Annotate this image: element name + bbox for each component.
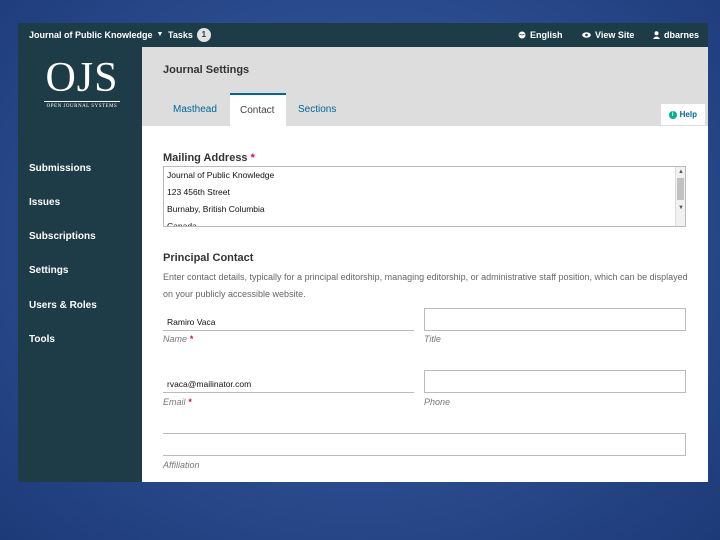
affiliation-label: Affiliation [163, 460, 200, 470]
help-icon: i [668, 110, 677, 119]
name-field[interactable]: Ramiro Vaca [163, 308, 414, 331]
sidebar-item-settings[interactable]: Settings [29, 265, 68, 276]
globe-icon [518, 31, 526, 39]
scroll-up-icon[interactable]: ▲ [676, 167, 685, 177]
journal-name: Journal of Public Knowledge [29, 30, 153, 40]
tab-masthead[interactable]: Masthead [163, 93, 227, 126]
user-menu[interactable]: dbarnes [653, 23, 699, 47]
help-button[interactable]: i Help [659, 103, 706, 125]
title-field[interactable] [424, 308, 686, 331]
required-mark: * [188, 397, 192, 407]
page-header: Journal Settings Masthead Contact Sectio… [142, 47, 708, 126]
mailing-address-textarea[interactable]: Journal of Public Knowledge 123 456th St… [163, 166, 686, 227]
principal-contact-description: Enter contact details, typically for a p… [163, 272, 688, 299]
top-bar: Journal of Public Knowledge ▼ Tasks 1 En… [18, 23, 708, 47]
address-line: Journal of Public Knowledge [167, 170, 275, 180]
scroll-down-icon[interactable]: ▼ [676, 203, 685, 213]
eye-icon [582, 32, 591, 38]
logo-main-text: OJS [45, 55, 119, 101]
view-site-link[interactable]: View Site [582, 23, 634, 47]
sidebar-item-submissions[interactable]: Submissions [29, 163, 91, 174]
email-label: Email * [163, 397, 192, 407]
user-icon [653, 31, 660, 39]
logo-subtitle: OPEN JOURNAL SYSTEMS [46, 104, 118, 109]
journal-switcher[interactable]: Journal of Public Knowledge ▼ [29, 23, 163, 47]
tasks-label: Tasks [168, 30, 193, 40]
address-line: 123 456th Street [167, 187, 230, 197]
email-field[interactable]: rvaca@mailinator.com [163, 370, 414, 393]
tasks-count-badge: 1 [196, 28, 211, 42]
logo-divider [44, 101, 120, 102]
page-title: Journal Settings [163, 64, 250, 76]
title-label: Title [424, 334, 441, 344]
mailing-address-heading: Mailing Address * [163, 152, 255, 164]
scroll-thumb[interactable] [677, 178, 684, 200]
principal-contact-title: Principal Contact [163, 252, 254, 264]
help-label: Help [679, 110, 697, 119]
address-line: Burnaby, British Columbia [167, 204, 265, 214]
sidebar-item-tools[interactable]: Tools [29, 334, 55, 345]
language-label: English [530, 30, 563, 40]
phone-label: Phone [424, 397, 451, 407]
username: dbarnes [664, 30, 700, 40]
email-label-text: Email [163, 397, 186, 407]
tab-contact[interactable]: Contact [230, 93, 286, 126]
address-line: Canada [167, 221, 197, 227]
tasks-button[interactable]: Tasks 1 [168, 23, 211, 47]
name-label: Name * [163, 334, 193, 344]
name-label-text: Name [163, 334, 188, 344]
sidebar-item-users-roles[interactable]: Users & Roles [29, 300, 97, 311]
affiliation-field[interactable] [163, 433, 686, 456]
tab-sections[interactable]: Sections [288, 93, 346, 126]
textarea-scrollbar[interactable]: ▲ ▼ [675, 167, 685, 226]
phone-field[interactable] [424, 370, 686, 393]
contact-settings-form: i Help Mailing Address * Journal of Publi… [142, 103, 708, 482]
caret-down-icon: ▼ [156, 31, 164, 38]
required-mark: * [189, 334, 194, 344]
app-window: Journal of Public Knowledge ▼ Tasks 1 En… [18, 23, 708, 482]
view-site-label: View Site [595, 30, 635, 40]
mailing-address-title: Mailing Address [163, 152, 248, 164]
sidebar-item-issues[interactable]: Issues [29, 197, 60, 208]
ojs-logo[interactable]: OJS OPEN JOURNAL SYSTEMS [42, 57, 122, 109]
sidebar-item-subscriptions[interactable]: Subscriptions [29, 231, 96, 242]
required-mark: * [250, 152, 255, 164]
sidebar: OJS OPEN JOURNAL SYSTEMS Submissions Iss… [18, 47, 142, 482]
language-menu[interactable]: English [518, 23, 563, 47]
